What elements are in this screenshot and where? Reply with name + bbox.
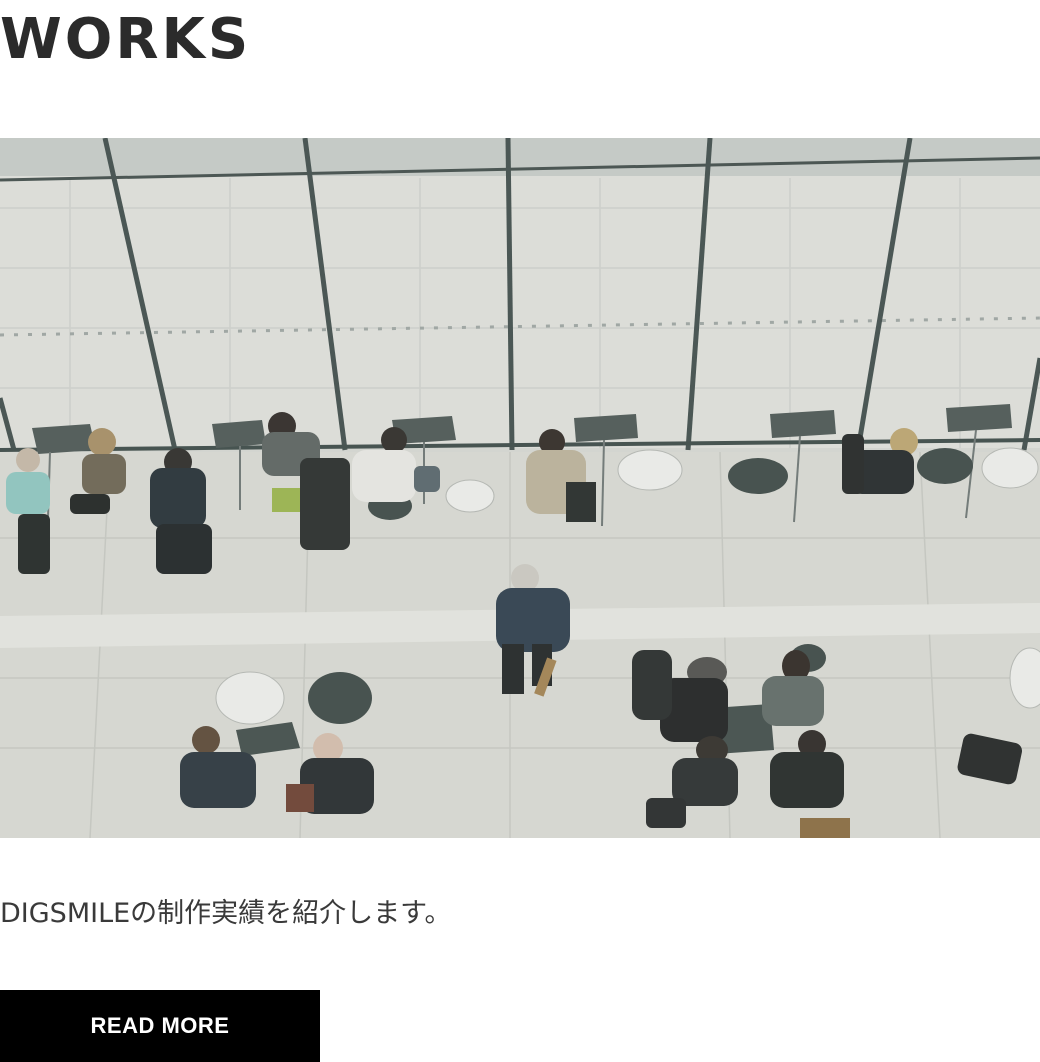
section-title: WORKS	[0, 7, 252, 72]
works-section: WORKS DIGSMILEの制作実績を紹介します。 READ MORE	[0, 0, 1040, 1062]
works-hero-image	[0, 138, 1040, 838]
read-more-button[interactable]: READ MORE	[0, 990, 320, 1062]
section-description: DIGSMILEの制作実績を紹介します。	[0, 898, 452, 929]
